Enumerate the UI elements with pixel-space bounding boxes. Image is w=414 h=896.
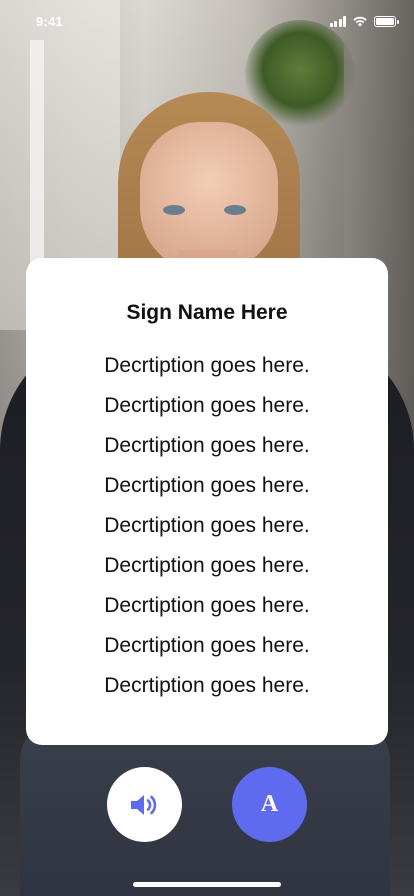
sign-card: Sign Name Here Decrtiption goes here. De…	[26, 258, 388, 745]
speaker-icon	[130, 794, 156, 815]
font-letter-button[interactable]: A	[232, 767, 307, 842]
description-line: Decrtiption goes here.	[104, 634, 310, 657]
home-indicator[interactable]	[133, 882, 281, 887]
wifi-icon	[353, 16, 367, 27]
sign-description: Decrtiption goes here. Decrtiption goes …	[26, 346, 388, 706]
description-line: Decrtiption goes here.	[104, 554, 310, 577]
description-line: Decrtiption goes here.	[104, 514, 310, 537]
description-line: Decrtiption goes here.	[104, 474, 310, 497]
play-sound-button[interactable]	[107, 767, 182, 842]
font-letter-label: A	[260, 791, 279, 817]
status-time: 9:41	[36, 14, 63, 29]
sign-title: Sign Name Here	[126, 301, 288, 324]
cellular-signal-icon	[329, 16, 346, 27]
status-icons	[329, 15, 399, 27]
description-line: Decrtiption goes here.	[104, 394, 310, 417]
status-bar: 9:41	[0, 0, 414, 44]
description-line: Decrtiption goes here.	[104, 434, 310, 457]
description-line: Decrtiption goes here.	[104, 354, 310, 377]
description-line: Decrtiption goes here.	[104, 594, 310, 617]
battery-icon	[374, 16, 399, 27]
description-line: Decrtiption goes here.	[104, 674, 310, 697]
